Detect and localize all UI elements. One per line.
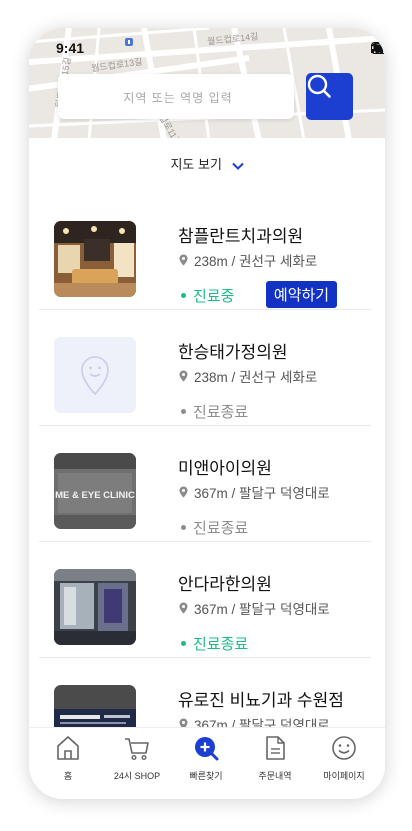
smile-icon [332,736,356,760]
status-bar: 9:41 [29,38,385,58]
clinic-address: 238m / 권선구 세화로 [179,250,317,270]
search-input[interactable] [58,74,298,121]
reserve-button[interactable]: 예약하기 [266,281,337,308]
clinic-address-text: 238m / 권선구 세화로 [194,370,318,385]
divider [39,541,371,542]
clinic-list-item[interactable]: 한승태가정의원 238m / 권선구 세화로 진료종료 [29,311,385,426]
status-dot [181,525,186,530]
status-dot [181,641,186,646]
battery-icon [371,42,385,54]
clinic-address-text: 367m / 팔달구 덕영대로 [194,486,330,501]
bottom-tab-bar: 홈 24시 SHOP 빠른찾기 주문내역 마이페이지 [29,727,385,799]
clinic-list-sheet: 지도 보기 참플란트치과의원 238m / 권선구 세화로 진료중 예약하기 한… [29,138,385,761]
clinic-address-text: 238m / 권선구 세화로 [194,254,318,269]
tab-my-page[interactable]: 마이페이지 [311,734,377,782]
status-dot [181,293,186,298]
clinic-name: 한승태가정의원 [178,343,288,362]
map-view-label: 지도 보기 [170,157,222,172]
home-icon [57,736,79,760]
clinic-address: 238m / 권선구 세화로 [179,366,317,386]
clinic-address: 367m / 팔달구 덕영대로 [179,598,330,618]
search-button[interactable] [306,73,353,120]
tab-label: 주문내역 [258,771,292,781]
clinic-status-text: 진료종료 [193,636,249,653]
cart-icon [125,738,149,761]
quick-find-icon [195,737,219,761]
clinic-status: 진료종료 [181,517,248,538]
chevron-down-icon [231,162,244,170]
divider [39,425,371,426]
tab-label: 빠른찾기 [189,771,223,781]
tab-home[interactable]: 홈 [35,734,101,782]
divider [39,309,371,310]
clinic-status: 진료종료 [181,401,248,422]
clinic-photo [54,569,136,645]
tab-label: 홈 [63,771,73,781]
clinic-name: 미앤아이의원 [178,459,272,478]
document-icon [266,736,285,760]
location-pin-icon [179,370,188,382]
clinic-sign-text: ME & EYE CLINIC [55,490,135,501]
clinic-status-text: 진료중 [193,288,235,305]
tab-label: 24시 SHOP [113,771,161,781]
clinic-photo [54,221,136,297]
clinic-name: 유로진 비뇨기과 수원점 [178,691,344,710]
clinic-list-item[interactable]: 참플란트치과의원 238m / 권선구 세화로 진료중 예약하기 [29,195,385,310]
map-view-toggle[interactable]: 지도 보기 [29,154,385,173]
clinic-status: 진료중 [181,285,234,306]
map-area[interactable]: 월드컵로14길 월드컵로15길 월드컵로13길 월드컵로11길 9:41 [29,28,385,140]
location-pin-icon [179,486,188,498]
location-placeholder-icon [81,356,109,396]
clinic-status: 진료종료 [181,633,248,654]
search-box[interactable] [58,74,298,121]
divider [39,657,371,658]
location-pin-icon [179,254,188,266]
tab-order-history[interactable]: 주문내역 [242,734,308,782]
clinic-photo-placeholder [54,337,136,413]
clinic-name: 참플란트치과의원 [178,227,304,246]
status-dot [181,409,186,414]
clinic-address: 367m / 팔달구 덕영대로 [179,482,330,502]
clinic-list-item[interactable]: ME & EYE CLINIC 미앤아이의원 367m / 팔달구 덕영대로 진… [29,427,385,542]
clinic-address-text: 367m / 팔달구 덕영대로 [194,602,330,617]
clinic-list-item[interactable]: 안다라한의원 367m / 팔달구 덕영대로 진료종료 [29,543,385,658]
search-icon [307,74,331,98]
tab-quick-find[interactable]: 빠른찾기 [173,734,239,782]
clinic-photo: ME & EYE CLINIC [54,453,136,529]
clinic-status-text: 진료종료 [193,404,249,421]
status-time: 9:41 [56,40,85,56]
tab-label: 마이페이지 [323,771,365,781]
clinic-status-text: 진료종료 [193,520,249,537]
location-pin-icon [179,602,188,614]
phone-frame: 월드컵로14길 월드컵로15길 월드컵로13길 월드컵로11길 9:41 [29,28,385,799]
clinic-name: 안다라한의원 [178,575,272,594]
tab-24-shop[interactable]: 24시 SHOP [104,734,170,782]
